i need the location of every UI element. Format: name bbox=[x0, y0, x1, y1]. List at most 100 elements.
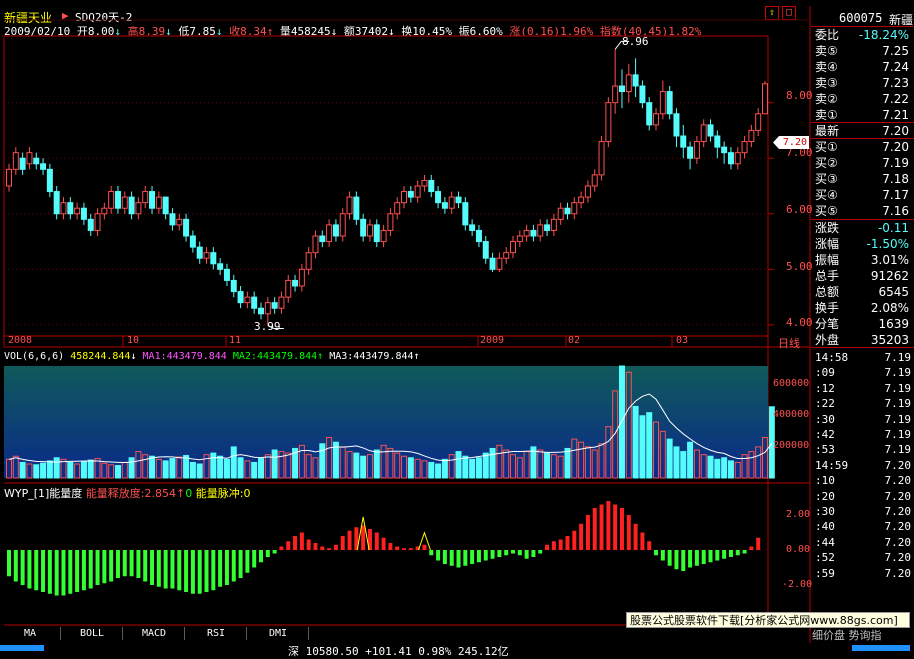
volume-bar[interactable] bbox=[353, 452, 360, 479]
up-candle[interactable] bbox=[12, 152, 19, 170]
volume-bar[interactable] bbox=[544, 452, 551, 479]
volume-bar[interactable] bbox=[373, 449, 380, 479]
down-candle[interactable] bbox=[680, 135, 687, 148]
up-candle[interactable] bbox=[346, 196, 353, 215]
energy-positive-bar[interactable] bbox=[585, 515, 590, 550]
up-candle[interactable] bbox=[653, 113, 660, 126]
energy-negative-bar[interactable] bbox=[476, 550, 481, 563]
energy-negative-bar[interactable] bbox=[429, 550, 434, 556]
down-candle[interactable] bbox=[666, 91, 673, 115]
energy-negative-bar[interactable] bbox=[735, 550, 740, 556]
volume-bar[interactable] bbox=[40, 462, 47, 479]
energy-negative-bar[interactable] bbox=[654, 550, 659, 556]
energy-positive-bar[interactable] bbox=[374, 532, 379, 551]
energy-negative-bar[interactable] bbox=[483, 550, 488, 561]
down-candle[interactable] bbox=[33, 157, 40, 165]
volume-bar[interactable] bbox=[673, 446, 680, 479]
down-candle[interactable] bbox=[727, 152, 734, 165]
energy-negative-bar[interactable] bbox=[470, 550, 475, 564]
up-candle[interactable] bbox=[598, 141, 605, 176]
energy-negative-bar[interactable] bbox=[231, 550, 236, 582]
volume-bar[interactable] bbox=[217, 455, 224, 479]
energy-positive-bar[interactable] bbox=[299, 532, 304, 551]
up-candle[interactable] bbox=[394, 202, 401, 215]
energy-negative-bar[interactable] bbox=[511, 550, 515, 554]
energy-positive-bar[interactable] bbox=[361, 525, 366, 551]
energy-negative-bar[interactable] bbox=[688, 550, 693, 568]
down-candle[interactable] bbox=[149, 191, 156, 209]
volume-bar[interactable] bbox=[469, 458, 476, 479]
volume-bar[interactable] bbox=[149, 455, 156, 479]
volume-bar[interactable] bbox=[33, 464, 40, 479]
down-candle[interactable] bbox=[46, 168, 53, 193]
energy-positive-bar[interactable] bbox=[565, 536, 570, 550]
up-candle[interactable] bbox=[108, 191, 115, 209]
energy-negative-bar[interactable] bbox=[122, 550, 127, 577]
volume-bar[interactable] bbox=[271, 449, 278, 479]
volume-bar[interactable] bbox=[666, 438, 673, 479]
up-candle[interactable] bbox=[339, 213, 346, 237]
up-candle[interactable] bbox=[60, 202, 67, 215]
up-candle[interactable] bbox=[741, 141, 748, 154]
energy-positive-bar[interactable] bbox=[313, 543, 318, 550]
energy-negative-bar[interactable] bbox=[170, 550, 175, 589]
volume-bar[interactable] bbox=[53, 457, 60, 479]
energy-negative-bar[interactable] bbox=[81, 550, 86, 591]
up-candle[interactable] bbox=[605, 102, 612, 143]
up-candle[interactable] bbox=[762, 83, 768, 115]
energy-negative-bar[interactable] bbox=[150, 550, 155, 585]
energy-negative-bar[interactable] bbox=[163, 550, 168, 589]
energy-negative-bar[interactable] bbox=[109, 550, 114, 582]
volume-bar[interactable] bbox=[441, 458, 448, 479]
up-candle[interactable] bbox=[387, 213, 394, 231]
energy-negative-bar[interactable] bbox=[218, 550, 223, 587]
volume-bar[interactable] bbox=[169, 458, 176, 479]
energy-negative-bar[interactable] bbox=[129, 550, 134, 577]
energy-negative-bar[interactable] bbox=[456, 550, 461, 568]
up-candle[interactable] bbox=[264, 302, 271, 315]
energy-positive-bar[interactable] bbox=[293, 536, 298, 550]
tab-rsi[interactable]: RSI bbox=[186, 627, 247, 640]
up-candle[interactable] bbox=[591, 174, 598, 187]
energy-negative-bar[interactable] bbox=[156, 550, 161, 587]
energy-negative-bar[interactable] bbox=[190, 550, 195, 594]
volume-bar[interactable] bbox=[435, 463, 442, 479]
down-candle[interactable] bbox=[223, 268, 230, 281]
energy-negative-bar[interactable] bbox=[708, 550, 713, 563]
energy-positive-bar[interactable] bbox=[340, 536, 345, 550]
up-candle[interactable] bbox=[510, 241, 516, 254]
down-candle[interactable] bbox=[196, 246, 203, 259]
volume-bar[interactable] bbox=[646, 412, 653, 479]
energy-negative-bar[interactable] bbox=[265, 550, 270, 557]
energy-positive-bar[interactable] bbox=[606, 501, 611, 550]
up-candle[interactable] bbox=[700, 124, 707, 143]
energy-negative-bar[interactable] bbox=[20, 550, 25, 585]
energy-negative-bar[interactable] bbox=[41, 550, 46, 592]
down-candle[interactable] bbox=[707, 124, 714, 137]
up-candle[interactable] bbox=[448, 196, 455, 209]
energy-negative-bar[interactable] bbox=[68, 550, 73, 594]
up-candle[interactable] bbox=[135, 202, 142, 215]
energy-negative-bar[interactable] bbox=[490, 550, 495, 559]
tab-boll[interactable]: BOLL bbox=[62, 627, 123, 640]
volume-bar[interactable] bbox=[407, 457, 414, 479]
down-candle[interactable] bbox=[53, 191, 60, 215]
candlestick-series[interactable] bbox=[6, 40, 768, 329]
down-candle[interactable] bbox=[721, 146, 728, 154]
down-candle[interactable] bbox=[353, 196, 360, 220]
down-candle[interactable] bbox=[319, 235, 326, 243]
volume-bar[interactable] bbox=[19, 461, 26, 479]
up-candle[interactable] bbox=[203, 252, 210, 259]
energy-negative-bar[interactable] bbox=[88, 550, 93, 589]
energy-negative-bar[interactable] bbox=[102, 550, 107, 584]
up-candle[interactable] bbox=[693, 141, 700, 159]
energy-positive-bar[interactable] bbox=[327, 548, 332, 550]
down-candle[interactable] bbox=[475, 229, 482, 243]
kline-chart-area[interactable] bbox=[0, 0, 811, 658]
energy-negative-bar[interactable] bbox=[694, 550, 699, 566]
energy-negative-bar[interactable] bbox=[463, 550, 468, 566]
volume-bar[interactable] bbox=[251, 461, 258, 479]
down-candle[interactable] bbox=[251, 296, 258, 309]
down-candle[interactable] bbox=[673, 113, 680, 137]
down-candle[interactable] bbox=[489, 257, 496, 270]
